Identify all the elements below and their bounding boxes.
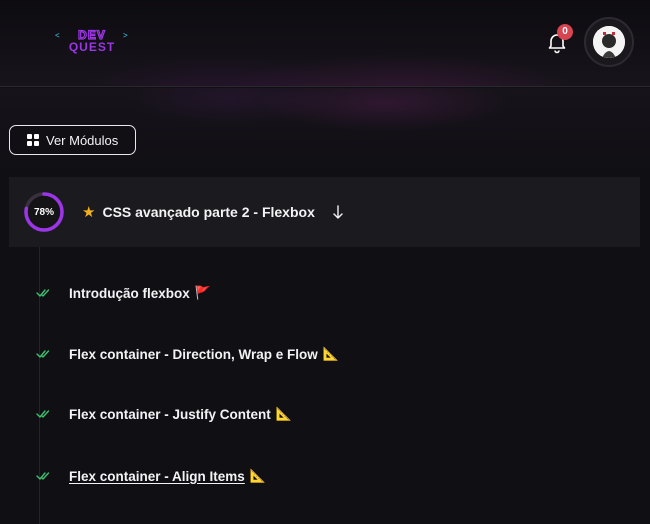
- check-double-icon: [36, 289, 50, 297]
- flag-icon: 🚩: [194, 285, 211, 300]
- lesson-item[interactable]: Flex container - Direction, Wrap e Flow …: [36, 344, 339, 364]
- view-modules-button[interactable]: Ver Módulos: [9, 125, 136, 155]
- triangular-ruler-icon: 📐: [249, 468, 266, 483]
- lesson-title: Flex container - Direction, Wrap e Flow: [69, 346, 318, 362]
- lesson-title[interactable]: Flex container - Align Items: [69, 469, 245, 484]
- check-double-icon: [36, 410, 50, 418]
- lesson-title: Flex container - Justify Content: [69, 406, 271, 422]
- arrow-down-icon[interactable]: [332, 203, 344, 221]
- check-double-icon: [36, 472, 50, 480]
- module-progress-label: 78%: [33, 206, 54, 218]
- check-double-icon: [36, 350, 50, 358]
- notification-count-badge: 0: [557, 24, 573, 40]
- lesson-item[interactable]: Introdução flexbox 🚩: [36, 283, 211, 303]
- module-title-row[interactable]: ★ CSS avançado parte 2 - Flexbox: [82, 203, 315, 221]
- triangular-ruler-icon: 📐: [322, 346, 339, 361]
- user-avatar-button[interactable]: [584, 17, 634, 67]
- grid-icon: [27, 134, 39, 146]
- logo-line2-text: QUEST: [69, 40, 115, 54]
- logo-bracket-left: <: [55, 31, 60, 40]
- module-title: CSS avançado parte 2 - Flexbox: [102, 204, 315, 220]
- logo-bracket-right: >: [123, 31, 128, 40]
- avatar: [593, 26, 625, 58]
- dev-quest-logo[interactable]: < DEV > QUEST: [52, 27, 132, 55]
- lesson-item-active[interactable]: Flex container - Align Items 📐: [36, 466, 266, 486]
- lesson-item[interactable]: Flex container - Justify Content 📐: [36, 404, 292, 424]
- star-icon: ★: [82, 204, 96, 221]
- view-modules-label: Ver Módulos: [46, 132, 119, 148]
- lesson-title: Introdução flexbox: [69, 285, 190, 301]
- triangular-ruler-icon: 📐: [275, 406, 292, 421]
